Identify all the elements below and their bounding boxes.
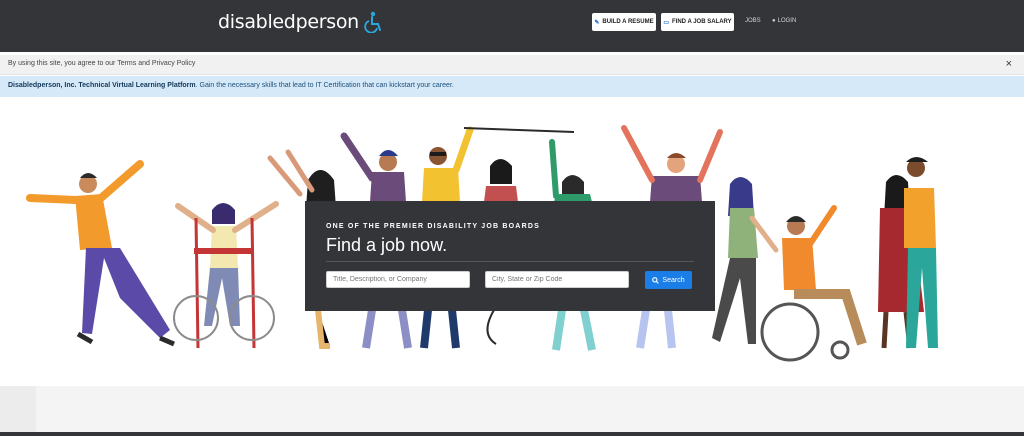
banner-text: Disabledperson, Inc. Technical Virtual L…	[8, 82, 454, 89]
wheelchair-icon	[364, 11, 381, 33]
build-resume-button[interactable]: ✎ BUILD A RESUME	[592, 13, 656, 31]
lower-left-panel	[0, 386, 36, 432]
jobs-label: JOBS	[745, 18, 761, 24]
person-figure	[760, 205, 867, 362]
build-resume-label: BUILD A RESUME	[602, 19, 654, 25]
banner-description: . Gain the necessary skills that lead to…	[195, 82, 454, 89]
site-logo[interactable]: disabledperson	[218, 9, 382, 35]
hero-title: Find a job now.	[326, 235, 448, 255]
banner-title: Disabledperson, Inc. Technical Virtual L…	[8, 82, 196, 89]
search-label: Search	[662, 276, 685, 284]
search-button[interactable]: Search	[645, 271, 692, 289]
pencil-icon: ✎	[594, 19, 600, 26]
keyword-search-input[interactable]	[326, 271, 470, 288]
close-icon[interactable]: ×	[1006, 58, 1012, 70]
cookie-notice: By using this site, you agree to our Ter…	[0, 55, 1024, 75]
hero-kicker: ONE OF THE PREMIER DISABILITY JOB BOARDS	[326, 223, 540, 230]
logo-text: disabledperson	[218, 11, 359, 33]
person-figure	[26, 160, 175, 347]
page: disabledperson ✎ BUILD A RESUME ▭ FIND A…	[0, 0, 1024, 436]
footer-bar	[0, 432, 1024, 436]
hero: ONE OF THE PREMIER DISABILITY JOB BOARDS…	[0, 98, 1024, 386]
search-icon	[652, 276, 660, 284]
person-figure	[173, 201, 279, 349]
job-search-card: ONE OF THE PREMIER DISABILITY JOB BOARDS…	[305, 201, 715, 311]
top-navbar: disabledperson ✎ BUILD A RESUME ▭ FIND A…	[0, 0, 1024, 52]
person-figure	[904, 157, 938, 348]
find-job-salary-button[interactable]: ▭ FIND A JOB SALARY	[661, 13, 734, 31]
user-icon: ●	[772, 18, 776, 24]
divider	[326, 261, 694, 262]
location-search-input[interactable]	[485, 271, 629, 288]
cookie-text: By using this site, you agree to our Ter…	[8, 60, 196, 67]
info-banner[interactable]: Disabledperson, Inc. Technical Virtual L…	[0, 76, 1024, 97]
jobs-link[interactable]: JOBS	[745, 18, 761, 24]
login-link[interactable]: ● LOGIN	[772, 18, 796, 24]
money-icon: ▭	[663, 19, 669, 26]
lower-section	[0, 386, 1024, 432]
login-label: LOGIN	[777, 18, 797, 24]
find-job-salary-label: FIND A JOB SALARY	[672, 19, 732, 25]
